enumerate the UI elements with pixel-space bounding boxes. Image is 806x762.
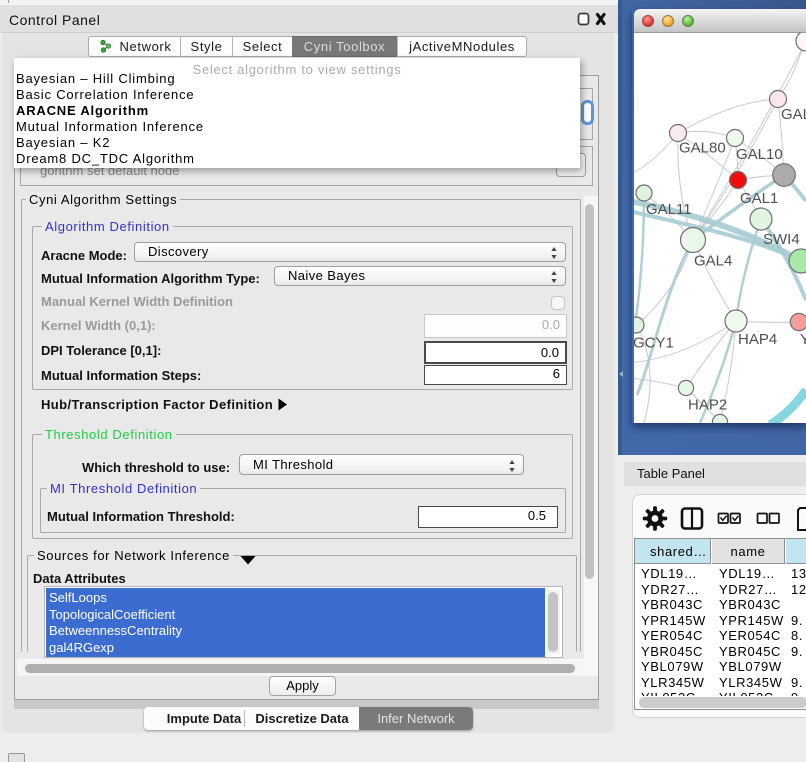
svg-text:GAL10: GAL10 [736,146,783,163]
svg-text:HAP2: HAP2 [688,397,727,414]
svg-text:GAL4: GAL4 [694,253,732,270]
svg-text:HAP4: HAP4 [738,331,777,348]
svg-text:GAL1: GAL1 [740,190,778,207]
svg-text:Y: Y [800,331,806,348]
svg-text:SWI4: SWI4 [763,231,800,248]
svg-text:GCY1: GCY1 [634,335,674,352]
svg-text:GAL11: GAL11 [646,201,692,218]
svg-text:GAL: GAL [781,106,806,123]
svg-text:GAL80: GAL80 [679,140,726,157]
